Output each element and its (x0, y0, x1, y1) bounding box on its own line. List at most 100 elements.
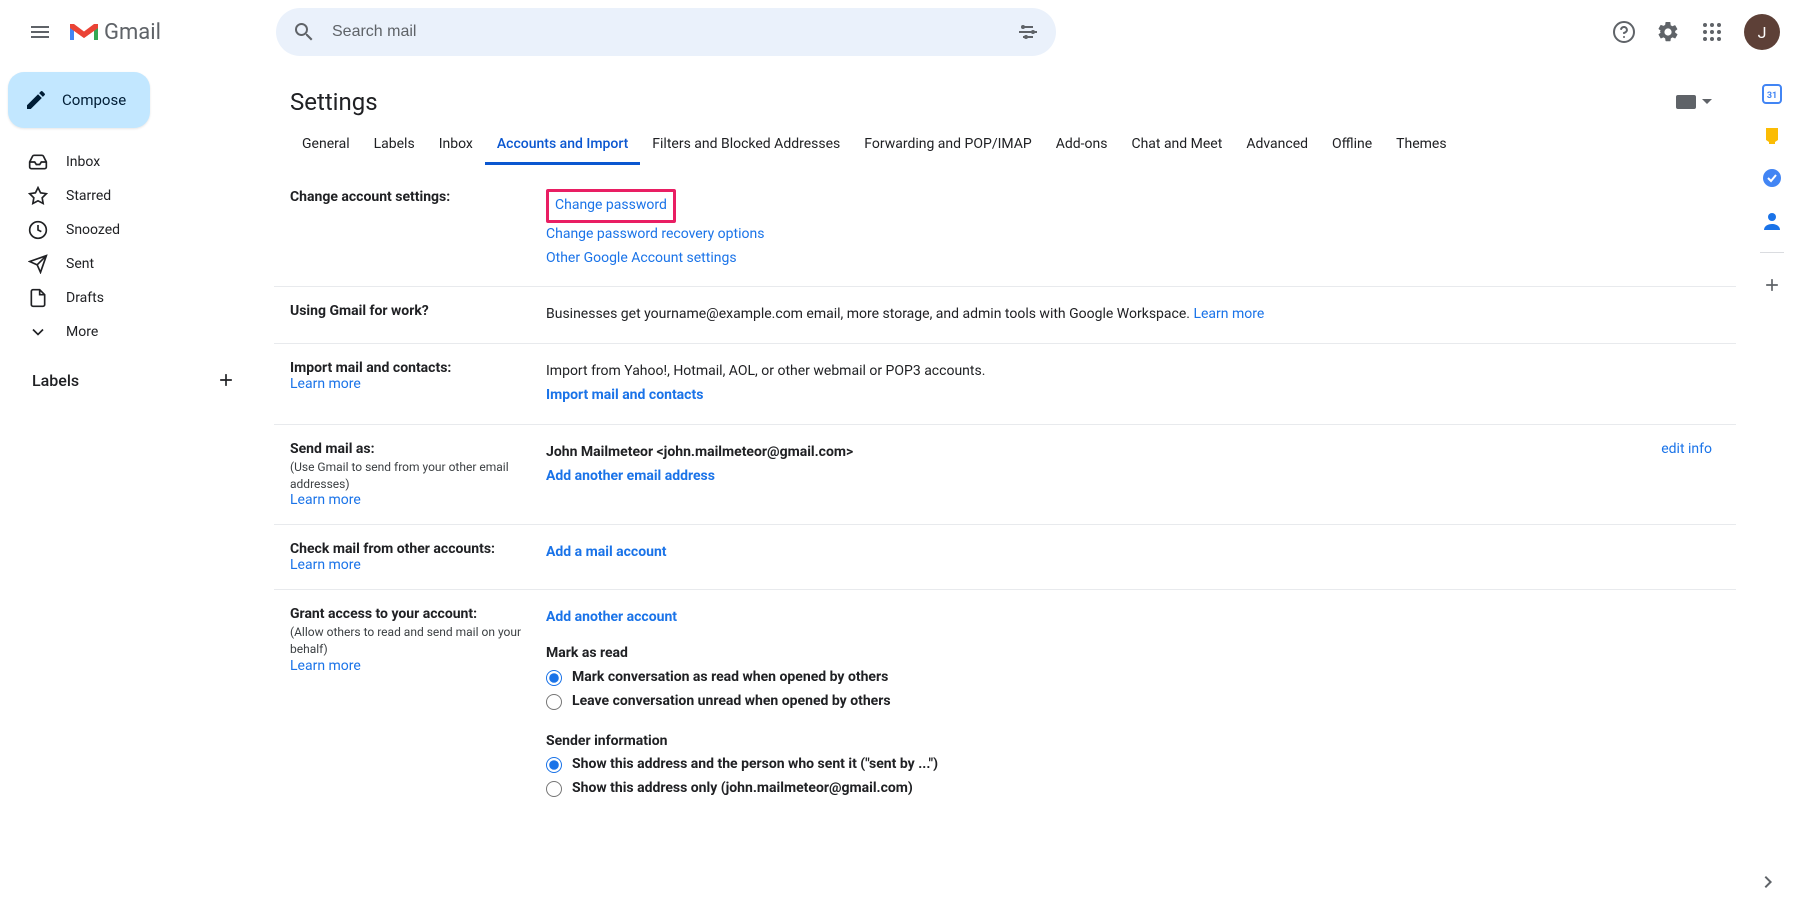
learn-more-link[interactable]: Learn more (290, 658, 361, 674)
show-address-and-sender-option[interactable]: Show this address and the person who sen… (546, 753, 1712, 777)
settings-tabs: General Labels Inbox Accounts and Import… (274, 126, 1736, 165)
search-icon[interactable] (284, 12, 324, 52)
sidebar-item-starred[interactable]: Starred (8, 180, 250, 212)
tab-advanced[interactable]: Advanced (1234, 126, 1320, 165)
section-title: Send mail as: (290, 441, 534, 457)
sidebar-item-sent[interactable]: Sent (8, 248, 250, 280)
add-label-button[interactable] (212, 366, 240, 394)
sidebar-item-inbox[interactable]: Inbox (8, 146, 250, 178)
work-text: Businesses get yourname@example.com emai… (546, 306, 1193, 322)
svg-text:31: 31 (1767, 91, 1777, 101)
support-icon[interactable] (1604, 12, 1644, 52)
clock-icon (28, 220, 48, 240)
section-subtitle: (Use Gmail to send from your other email… (290, 459, 534, 493)
tab-offline[interactable]: Offline (1320, 126, 1384, 165)
section-title: Grant access to your account: (290, 606, 534, 622)
search-options-icon[interactable] (1008, 12, 1048, 52)
compose-button[interactable]: Compose (8, 72, 150, 128)
add-another-account-link[interactable]: Add another account (546, 609, 677, 625)
caret-down-icon (1702, 97, 1712, 107)
plus-icon (216, 370, 236, 390)
section-title: Import mail and contacts: (290, 360, 534, 376)
settings-title: Settings (290, 88, 378, 116)
radio-label: Leave conversation unread when opened by… (572, 690, 891, 714)
show-address-only-option[interactable]: Show this address only (john.mailmeteor@… (546, 777, 1712, 801)
pencil-icon (24, 88, 48, 112)
get-addons-icon[interactable] (1762, 275, 1782, 295)
tab-filters[interactable]: Filters and Blocked Addresses (640, 126, 852, 165)
tab-accounts-import[interactable]: Accounts and Import (485, 126, 640, 165)
learn-more-link[interactable]: Learn more (290, 492, 361, 508)
section-title: Using Gmail for work? (290, 303, 534, 319)
leave-unread-option[interactable]: Leave conversation unread when opened by… (546, 690, 1712, 714)
radio-mark-read[interactable] (546, 670, 562, 686)
input-tools-select[interactable] (1676, 95, 1712, 109)
sidebar-item-drafts[interactable]: Drafts (8, 282, 250, 314)
search-input[interactable] (324, 23, 1008, 41)
learn-more-link[interactable]: Learn more (290, 376, 361, 392)
chevron-down-icon (28, 322, 48, 342)
radio-label: Show this address and the person who sen… (572, 753, 938, 777)
keyboard-icon (1676, 95, 1696, 109)
import-mail-contacts-link[interactable]: Import mail and contacts (546, 387, 703, 403)
section-subtitle: (Allow others to read and send mail on y… (290, 624, 534, 658)
calendar-icon[interactable]: 31 (1762, 84, 1782, 104)
other-account-settings-link[interactable]: Other Google Account settings (546, 250, 737, 266)
tab-general[interactable]: General (290, 126, 362, 165)
account-avatar[interactable]: J (1744, 14, 1780, 50)
radio-show-both[interactable] (546, 757, 562, 773)
sidebar-item-label: Inbox (66, 154, 100, 170)
sidebar-item-label: Snoozed (66, 222, 120, 238)
section-check-mail: Check mail from other accounts: Learn mo… (274, 525, 1736, 590)
section-change-account: Change account settings: Change password… (274, 173, 1736, 287)
keep-icon[interactable] (1762, 126, 1782, 146)
sidebar-item-more[interactable]: More (8, 316, 250, 348)
section-send-mail-as: Send mail as: (Use Gmail to send from yo… (274, 425, 1736, 526)
inbox-icon (28, 152, 48, 172)
gmail-logo[interactable]: Gmail (68, 20, 161, 45)
tasks-icon[interactable] (1762, 168, 1782, 188)
mark-read-option[interactable]: Mark conversation as read when opened by… (546, 666, 1712, 690)
tab-themes[interactable]: Themes (1384, 126, 1458, 165)
star-icon (28, 186, 48, 206)
edit-info-link[interactable]: edit info (1661, 441, 1712, 457)
side-panel: 31 (1744, 64, 1800, 912)
section-grant-access: Grant access to your account: (Allow oth… (274, 590, 1736, 817)
sidebar-item-snoozed[interactable]: Snoozed (8, 214, 250, 246)
settings-panel: Settings General Labels Inbox Accounts a… (274, 64, 1736, 912)
radio-show-address-only[interactable] (546, 781, 562, 797)
rail-separator (1760, 252, 1784, 253)
settings-gear-icon[interactable] (1648, 12, 1688, 52)
change-password-link[interactable]: Change password (555, 197, 667, 213)
contacts-icon[interactable] (1762, 210, 1782, 230)
search-bar (276, 8, 1056, 56)
section-title: Check mail from other accounts: (290, 541, 534, 557)
tab-inbox[interactable]: Inbox (427, 126, 485, 165)
import-text: Import from Yahoo!, Hotmail, AOL, or oth… (546, 360, 1712, 384)
section-using-for-work: Using Gmail for work? Businesses get you… (274, 287, 1736, 344)
tab-labels[interactable]: Labels (362, 126, 427, 165)
compose-label: Compose (62, 91, 126, 109)
add-email-address-link[interactable]: Add another email address (546, 468, 715, 484)
recovery-options-link[interactable]: Change password recovery options (546, 226, 764, 242)
tab-addons[interactable]: Add-ons (1044, 126, 1120, 165)
apps-grid-icon[interactable] (1692, 12, 1732, 52)
section-title: Change account settings: (290, 189, 534, 205)
main-menu-button[interactable] (16, 8, 64, 56)
header: Gmail J (0, 0, 1800, 64)
add-mail-account-link[interactable]: Add a mail account (546, 544, 667, 560)
tab-chat-meet[interactable]: Chat and Meet (1119, 126, 1234, 165)
radio-leave-unread[interactable] (546, 694, 562, 710)
mark-as-read-heading: Mark as read (546, 642, 1712, 666)
show-side-panel-button[interactable] (1752, 866, 1784, 898)
sidebar-item-label: Starred (66, 188, 111, 204)
tab-forwarding[interactable]: Forwarding and POP/IMAP (852, 126, 1043, 165)
section-import-mail: Import mail and contacts: Learn more Imp… (274, 344, 1736, 425)
sidebar-item-label: More (66, 324, 98, 340)
radio-label: Mark conversation as read when opened by… (572, 666, 888, 690)
learn-more-link[interactable]: Learn more (1193, 306, 1264, 322)
learn-more-link[interactable]: Learn more (290, 557, 361, 573)
radio-label: Show this address only (john.mailmeteor@… (572, 777, 913, 801)
file-icon (28, 288, 48, 308)
sidebar-item-label: Sent (66, 256, 94, 272)
